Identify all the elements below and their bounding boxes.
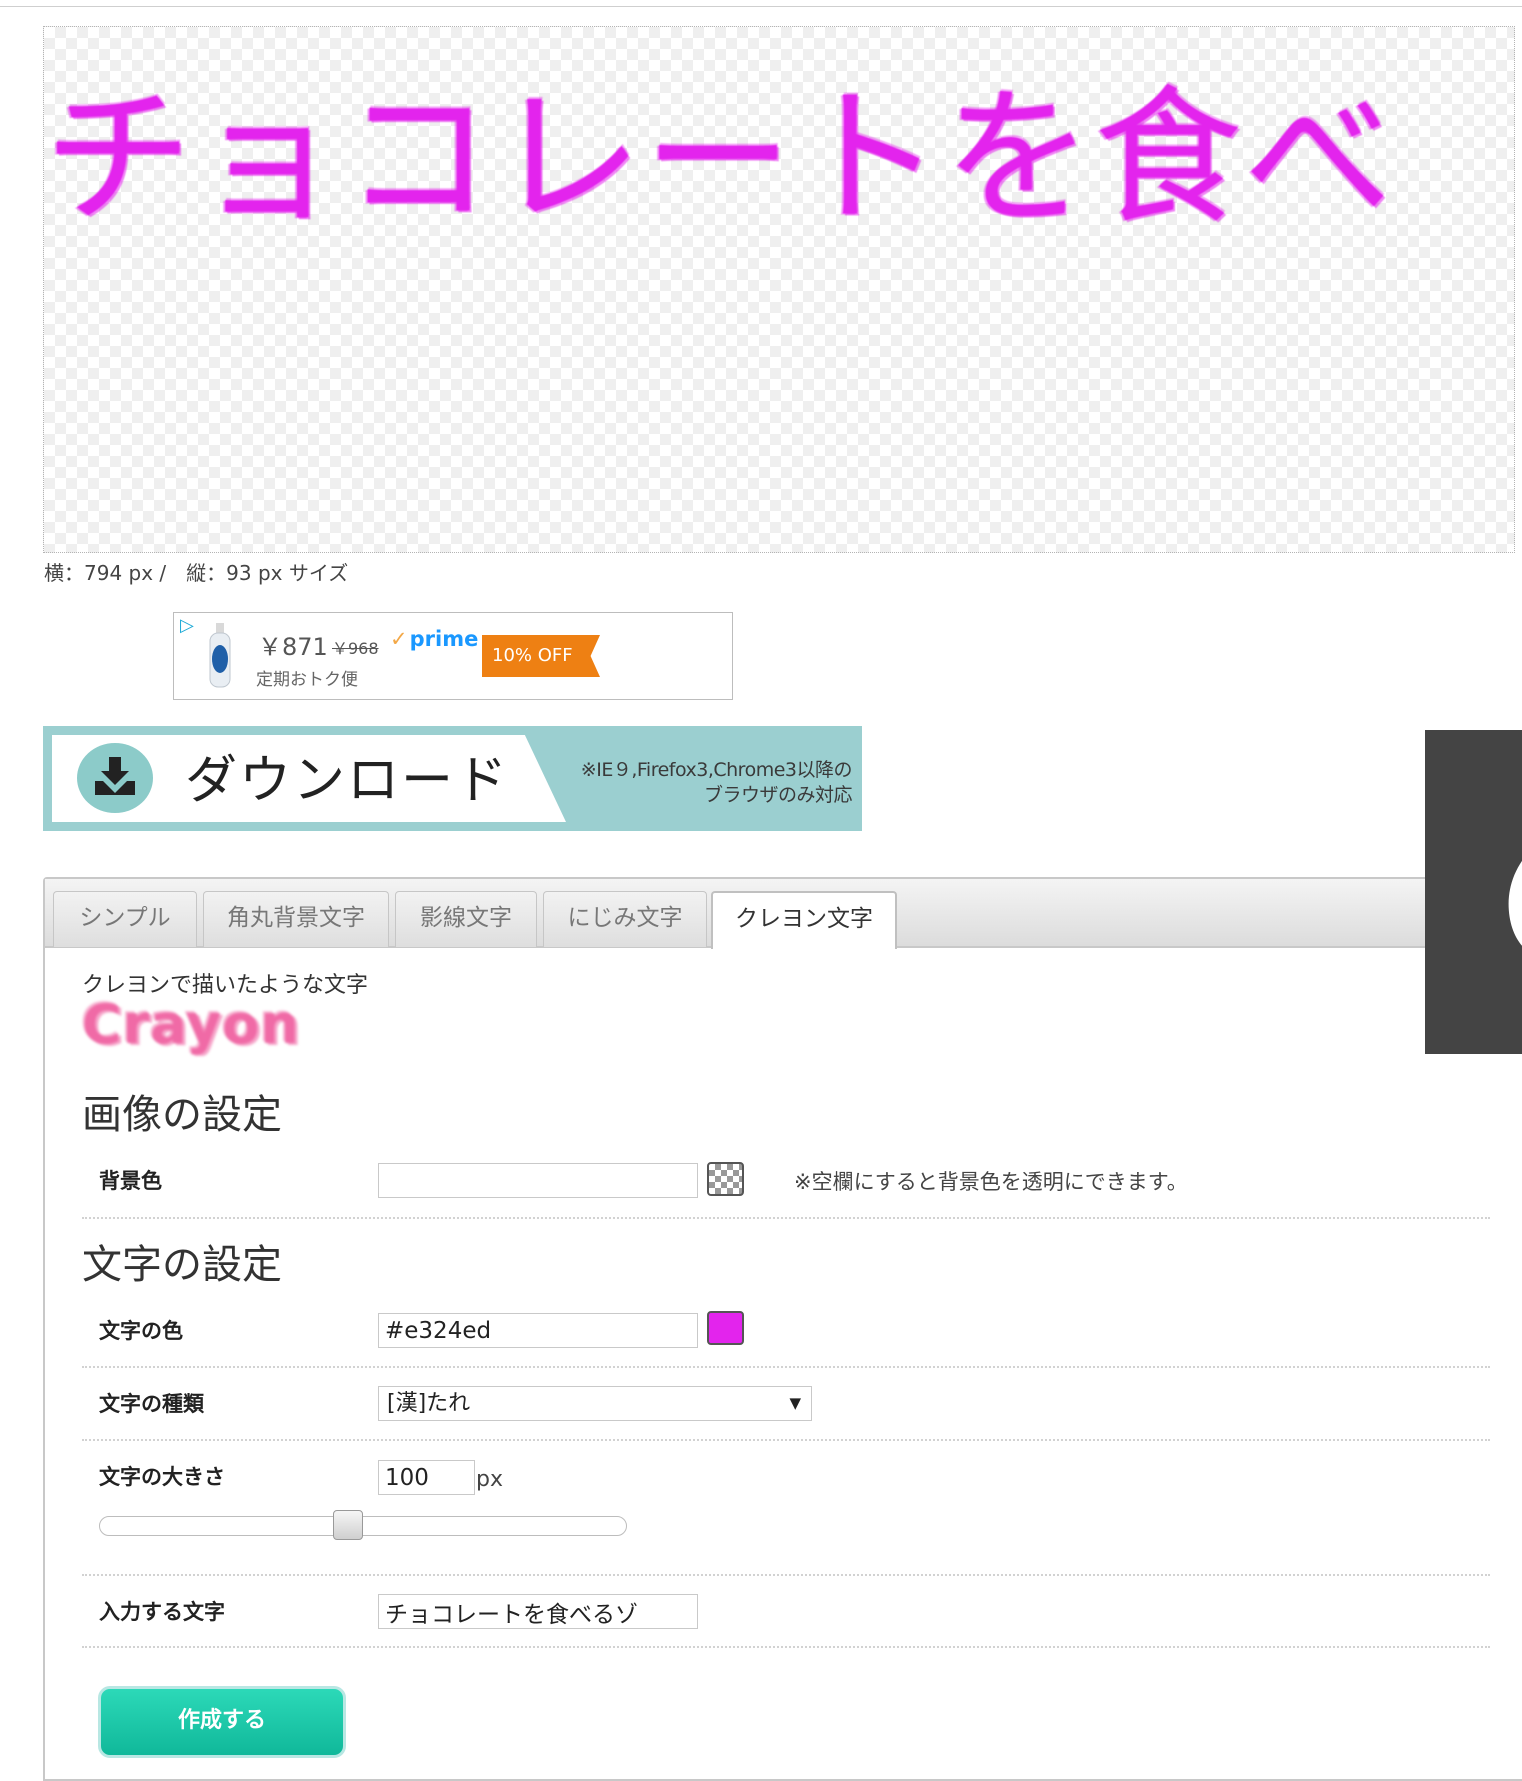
font-size-slider-handle[interactable] xyxy=(333,1510,364,1540)
divider xyxy=(82,1646,1490,1648)
ad-price: ￥871 xyxy=(258,633,328,661)
tab-crayon[interactable]: クレヨン文字 xyxy=(711,891,897,949)
bg-color-input[interactable] xyxy=(378,1163,698,1198)
font-type-value: [漢]たれ xyxy=(387,1391,471,1416)
download-icon xyxy=(95,757,135,795)
dropdown-arrow-icon: ▼ xyxy=(789,1394,801,1412)
ad-old-price: ￥968 xyxy=(332,639,379,658)
browser-note-line2: ブラウザのみ対応 xyxy=(703,784,853,806)
download-button[interactable]: ダウンロード ※IE９,Firefox3,Chrome3以降の ブラウザのみ対応 xyxy=(43,726,862,831)
ad-banner[interactable]: ▷ ￥871 ￥968 ✓prime 定期おトク便 10% OFF xyxy=(173,612,733,700)
download-icon-circle xyxy=(77,743,153,813)
discount-badge: 10% OFF xyxy=(482,635,600,677)
divider xyxy=(82,1366,1490,1368)
side-overlay-panel: の xyxy=(1425,730,1522,1054)
input-text-field[interactable] xyxy=(378,1594,698,1629)
divider xyxy=(82,1217,1490,1219)
ad-choices-icon[interactable]: ▷ xyxy=(180,615,194,636)
transparent-swatch-icon[interactable] xyxy=(707,1162,744,1196)
font-size-label: 文字の大きさ xyxy=(99,1465,225,1489)
tab-rounded-bg[interactable]: 角丸背景文字 xyxy=(203,891,389,947)
tab-shadow-line[interactable]: 影線文字 xyxy=(395,891,537,947)
text-settings-heading: 文字の設定 xyxy=(82,1242,282,1288)
prime-label: prime xyxy=(409,627,479,651)
text-color-swatch[interactable] xyxy=(707,1311,744,1345)
bg-color-note: ※空欄にすると背景色を透明にできます。 xyxy=(794,1170,1188,1194)
font-type-select[interactable]: [漢]たれ ▼ xyxy=(378,1386,812,1421)
top-divider xyxy=(0,6,1522,7)
crayon-sample-image: Crayon xyxy=(82,993,300,1056)
tab-simple[interactable]: シンプル xyxy=(53,891,197,947)
image-size-info: 横：794 px / 縦：93 px サイズ xyxy=(44,561,349,585)
browser-note-line1: ※IE９,Firefox3,Chrome3以降の xyxy=(580,759,853,781)
image-preview-canvas: チョコレートを食べ xyxy=(43,26,1515,553)
font-size-unit: px xyxy=(476,1467,503,1492)
font-type-label: 文字の種類 xyxy=(99,1392,204,1416)
create-button[interactable]: 作成する xyxy=(98,1686,346,1758)
text-color-input[interactable] xyxy=(378,1313,698,1348)
download-label: ダウンロード xyxy=(185,751,510,811)
image-settings-heading: 画像の設定 xyxy=(82,1092,282,1138)
divider xyxy=(82,1574,1490,1576)
font-size-input[interactable] xyxy=(378,1460,475,1495)
product-bottle-icon xyxy=(209,623,231,688)
overlay-glyph: の xyxy=(1491,798,1522,998)
divider xyxy=(82,1439,1490,1441)
text-color-label: 文字の色 xyxy=(99,1319,183,1343)
style-tab-bar: シンプル 角丸背景文字 影線文字 にじみ文字 クレヨン文字 xyxy=(45,879,1522,949)
bg-color-label: 背景色 xyxy=(99,1169,162,1193)
input-text-label: 入力する文字 xyxy=(99,1600,225,1624)
ad-subtitle: 定期おトク便 xyxy=(256,670,358,690)
prime-badge: ✓prime xyxy=(390,627,478,651)
prime-check-icon: ✓ xyxy=(390,627,408,651)
tab-blur[interactable]: にじみ文字 xyxy=(543,891,707,947)
browser-support-note: ※IE９,Firefox3,Chrome3以降の ブラウザのみ対応 xyxy=(580,758,853,808)
preview-rendered-text: チョコレートを食べ xyxy=(44,72,1394,244)
